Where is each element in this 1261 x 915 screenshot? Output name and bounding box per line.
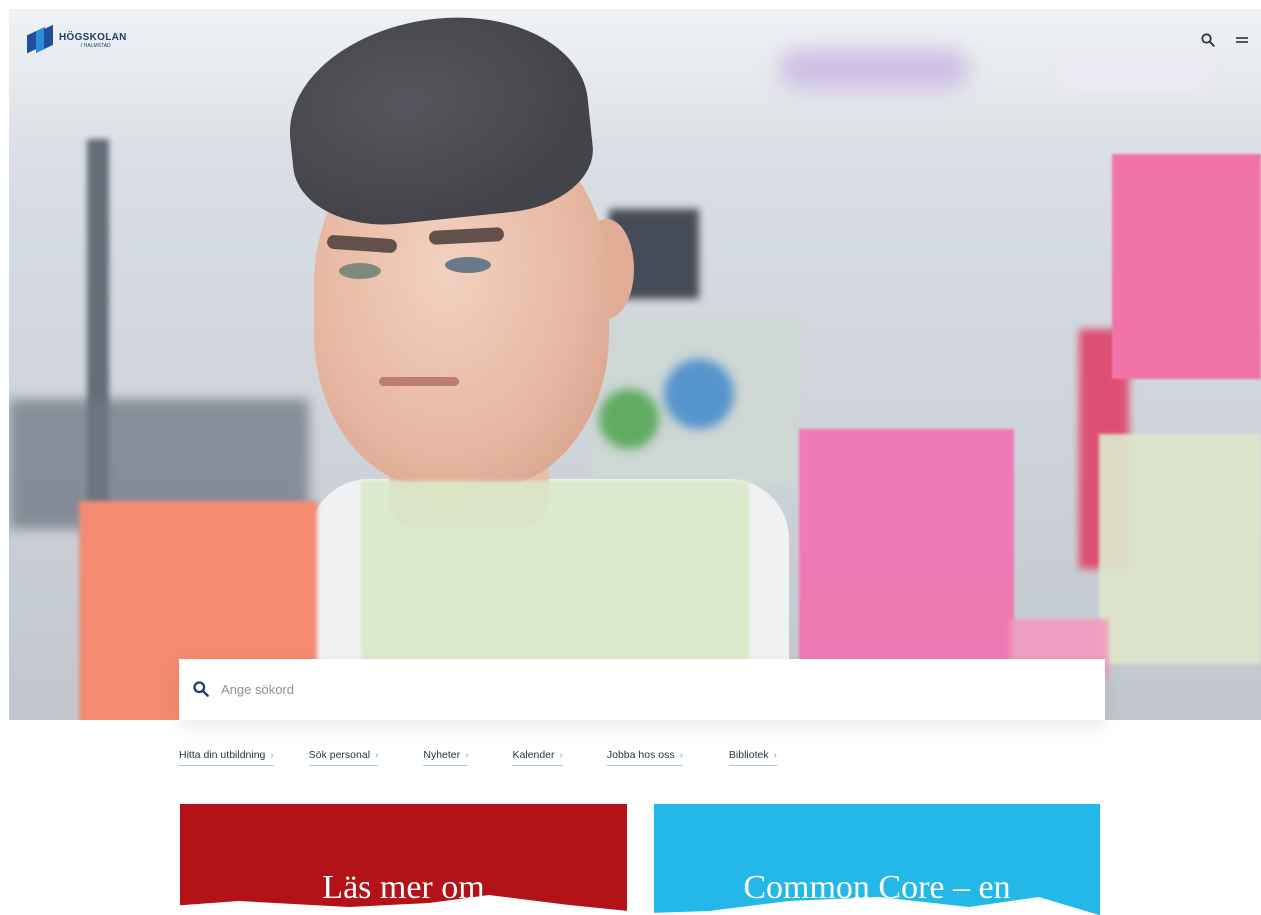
page-frame: HÖGSKOLAN I HALMSTAD Hitta din utbildnin…: [9, 9, 1261, 915]
logo-line2: I HALMSTAD: [81, 43, 111, 49]
quick-link-bibliotek[interactable]: Bibliotek ›: [728, 749, 777, 766]
quick-link-nyheter[interactable]: Nyheter ›: [423, 749, 469, 766]
search-icon: [193, 680, 211, 699]
search-input[interactable]: [221, 682, 1081, 697]
chevron-right-icon: ›: [465, 749, 469, 761]
chevron-right-icon: ›: [559, 749, 563, 761]
chevron-right-icon: ›: [375, 749, 379, 761]
hero-image: [9, 9, 1261, 720]
quick-link-kalender[interactable]: Kalender ›: [512, 749, 563, 766]
torn-edge: [9, 895, 1261, 915]
hamburger-menu-icon[interactable]: [1233, 31, 1251, 49]
search-icon[interactable]: [1199, 31, 1217, 49]
quick-link-utbildning[interactable]: Hitta din utbildning ›: [179, 749, 274, 766]
logo-line1: HÖGSKOLAN: [59, 32, 127, 43]
search-bar: [179, 659, 1105, 720]
chevron-right-icon: ›: [679, 749, 683, 761]
chevron-right-icon: ›: [270, 749, 274, 761]
header-actions: [1199, 31, 1251, 49]
logo-mark-icon: [27, 24, 53, 55]
quick-links: Hitta din utbildning › Sök personal › Nyhe…: [179, 749, 777, 766]
quick-link-jobba[interactable]: Jobba hos oss ›: [606, 749, 683, 766]
site-logo[interactable]: HÖGSKOLAN I HALMSTAD: [27, 24, 127, 55]
chevron-right-icon: ›: [773, 749, 777, 761]
quick-link-personal[interactable]: Sök personal ›: [308, 749, 379, 766]
